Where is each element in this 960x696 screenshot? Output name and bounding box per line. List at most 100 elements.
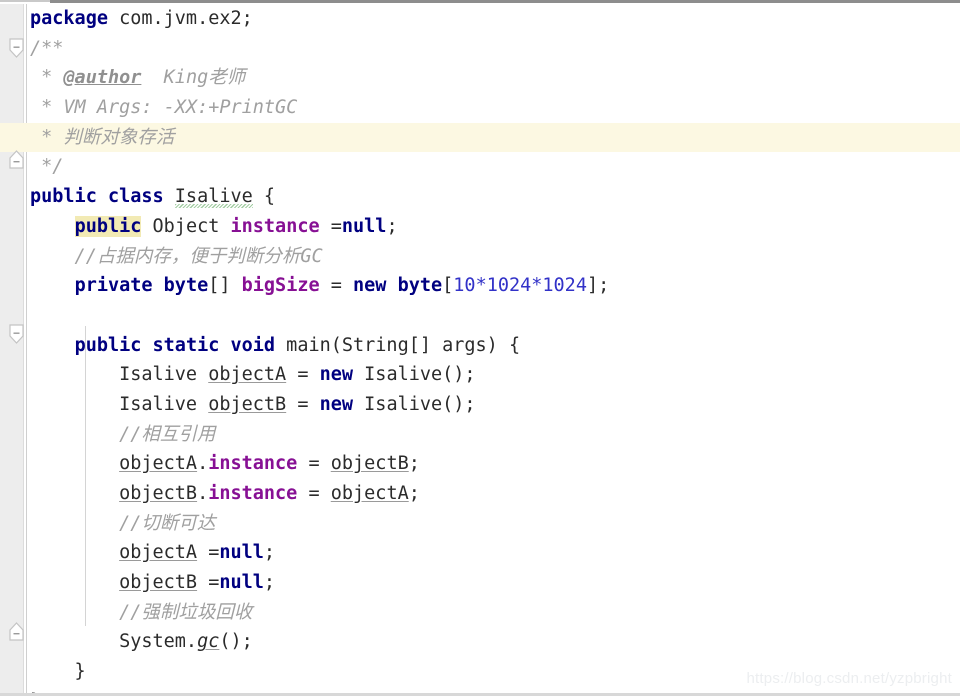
code-line[interactable]: //占据内存，便于判断分析GC	[0, 242, 960, 272]
code-token: * 判断对象存活	[30, 126, 175, 148]
code-token: package	[30, 8, 108, 29]
code-token: Isalive	[30, 393, 209, 415]
code-token: objectA	[119, 542, 198, 564]
watermark: https://blog.csdn.net/yzpbright	[746, 670, 952, 687]
code-token: null	[219, 542, 264, 564]
code-token: ;	[263, 572, 276, 594]
code-token: new	[319, 393, 354, 415]
code-line[interactable]: /**	[0, 34, 960, 64]
code-token: .	[197, 453, 209, 475]
code-token: private byte	[74, 275, 209, 297]
code-line[interactable]: //强制垃圾回收	[0, 598, 960, 628]
code-token: main(String[] args) {	[275, 334, 521, 356]
editor-top-border-accent	[50, 0, 960, 3]
code-token: *	[531, 275, 543, 297]
code-token: King老师	[141, 67, 246, 89]
code-token: =	[197, 572, 220, 594]
code-line[interactable]: package com.jvm.ex2;	[0, 4, 960, 34]
code-token: {	[252, 186, 276, 208]
code-token: objectA	[330, 483, 409, 504]
code-token: =	[319, 275, 354, 297]
code-line[interactable]: public Object instance =null;	[0, 212, 960, 242]
code-token: null	[341, 215, 387, 237]
code-token: * VM Args: -XX:+PrintGC	[30, 97, 298, 119]
code-token: [	[442, 275, 454, 297]
code-token: System.	[30, 631, 198, 653]
code-token: objectB	[119, 572, 198, 594]
code-line[interactable]: * 判断对象存活	[0, 122, 960, 153]
code-token: ();	[219, 631, 253, 653]
code-line[interactable]: objectB.instance = objectA;	[0, 479, 960, 509]
code-token: }	[30, 661, 86, 683]
code-token: objectA	[208, 364, 287, 386]
code-token: new	[319, 364, 354, 386]
code-token: []	[208, 275, 242, 297]
code-line[interactable]: System.gc();	[0, 627, 960, 657]
code-token: objectB	[208, 393, 287, 415]
code-token: =	[319, 215, 342, 237]
code-line[interactable]: objectA =null;	[0, 538, 960, 568]
code-text-area[interactable]: package com.jvm.ex2; /** * @author King老师…	[0, 4, 960, 696]
code-line[interactable]: Isalive objectA = new Isalive();	[0, 360, 960, 390]
fold-collapse-icon-javadoc[interactable]	[9, 38, 24, 58]
code-token: instance	[230, 215, 320, 237]
code-token: Object	[141, 215, 231, 237]
fold-collapse-icon-main[interactable]	[9, 324, 24, 344]
code-line[interactable]: */	[0, 152, 960, 182]
code-token: objectB	[119, 483, 198, 504]
code-token: =	[297, 483, 331, 504]
code-token: public	[74, 215, 142, 237]
code-line[interactable]: public static void main(String[] args) {	[0, 331, 960, 361]
code-token: objectB	[330, 453, 409, 475]
code-line[interactable]: public class Isalive {	[0, 182, 960, 212]
code-token: new byte	[353, 275, 443, 297]
code-line[interactable]: Isalive objectB = new Isalive();	[0, 390, 960, 420]
code-token: ];	[586, 275, 610, 297]
code-line[interactable]: objectA.instance = objectB;	[0, 449, 960, 479]
code-token: @author	[63, 67, 142, 89]
code-line[interactable]: objectB =null;	[0, 568, 960, 598]
fold-end-icon-main[interactable]	[9, 622, 24, 641]
code-line[interactable]: * VM Args: -XX:+PrintGC	[0, 93, 960, 123]
code-token: instance	[208, 483, 298, 504]
code-token: //相互引用	[30, 423, 216, 445]
code-token: //占据内存，便于判断分析GC	[30, 245, 323, 267]
fold-end-icon-javadoc[interactable]	[9, 150, 24, 169]
code-token: *	[30, 67, 64, 89]
code-token: 1024	[486, 275, 532, 297]
code-token: objectA	[119, 453, 198, 475]
code-token: ;	[386, 215, 398, 237]
code-token: *	[475, 275, 487, 297]
code-token: //切断可达	[30, 512, 216, 534]
code-token: public class	[30, 186, 164, 208]
code-token: =	[286, 364, 320, 386]
code-token: ;	[408, 453, 420, 475]
code-editor[interactable]: package com.jvm.ex2; /** * @author King老师…	[0, 0, 960, 696]
code-line[interactable]: private byte[] bigSize = new byte[10*102…	[0, 271, 960, 301]
code-line[interactable]: //切断可达	[0, 509, 960, 539]
code-token: instance	[208, 453, 298, 475]
code-token: */	[30, 156, 64, 178]
code-token: 1024	[542, 275, 587, 297]
code-token: Isalive	[30, 364, 209, 386]
code-token: Isalive();	[353, 393, 476, 415]
code-line[interactable]: //相互引用	[0, 420, 960, 450]
code-line[interactable]	[0, 301, 960, 331]
code-token: null	[219, 572, 264, 594]
code-token: =	[197, 542, 220, 564]
code-line[interactable]: * @author King老师	[0, 63, 960, 93]
code-token: Isalive	[174, 186, 253, 208]
code-token: Isalive();	[353, 364, 476, 386]
code-token: =	[286, 393, 320, 415]
code-token: .	[197, 483, 209, 504]
code-token: gc	[197, 631, 220, 653]
code-token: /**	[30, 37, 64, 59]
